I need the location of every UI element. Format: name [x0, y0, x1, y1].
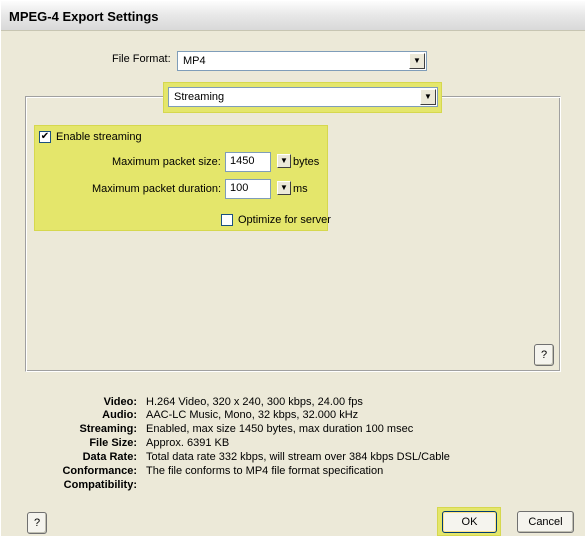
optimize-for-server-checkbox[interactable]: [221, 214, 233, 226]
max-packet-size-dropdown-icon[interactable]: ▼: [277, 154, 291, 168]
dropdown-arrow-icon[interactable]: ▼: [409, 53, 425, 69]
summary-key-file-size: File Size:: [89, 437, 137, 449]
file-format-dropdown[interactable]: MP4 ▼: [177, 51, 427, 71]
ok-button[interactable]: OK: [442, 511, 497, 533]
section-dropdown-value: Streaming: [174, 91, 225, 103]
file-format-label: File Format:: [112, 53, 171, 65]
summary-value-conformance: The file conforms to MP4 file format spe…: [146, 465, 384, 477]
help-icon: ?: [540, 349, 548, 361]
summary-value-streaming: Enabled, max size 1450 bytes, max durati…: [146, 423, 414, 435]
dropdown-arrow-icon[interactable]: ▼: [420, 89, 436, 105]
max-packet-size-label: Maximum packet size:: [112, 156, 221, 168]
summary-key-data-rate: Data Rate:: [82, 451, 137, 463]
max-packet-duration-dropdown-icon[interactable]: ▼: [277, 181, 291, 195]
enable-streaming-checkbox[interactable]: ✔: [39, 131, 51, 143]
bottom-help-button[interactable]: ?: [27, 512, 47, 534]
summary-value-audio: AAC-LC Music, Mono, 32 kbps, 32.000 kHz: [146, 409, 359, 421]
max-packet-duration-label: Maximum packet duration:: [92, 183, 221, 195]
summary-key-video: Video:: [103, 396, 137, 408]
export-settings-dialog: MPEG-4 Export Settings File Format: MP4 …: [0, 0, 585, 536]
file-format-value: MP4: [183, 55, 206, 67]
window-title: MPEG-4 Export Settings: [9, 9, 159, 24]
cancel-button[interactable]: Cancel: [517, 511, 574, 533]
help-button[interactable]: ?: [534, 344, 554, 366]
enable-streaming-label: Enable streaming: [56, 131, 142, 143]
max-packet-size-unit: bytes: [293, 156, 320, 168]
max-packet-duration-input[interactable]: 100: [225, 179, 271, 199]
max-packet-size-input[interactable]: 1450: [225, 152, 271, 172]
section-dropdown[interactable]: Streaming ▼: [168, 87, 438, 107]
summary-value-video: H.264 Video, 320 x 240, 300 kbps, 24.00 …: [146, 396, 363, 408]
optimize-for-server-label: Optimize for server: [238, 214, 331, 226]
summary-key-audio: Audio:: [102, 409, 137, 421]
summary-key-streaming: Streaming:: [79, 423, 137, 435]
summary-key-conformance: Conformance:: [62, 465, 137, 477]
summary-value-data-rate: Total data rate 332 kbps, will stream ov…: [146, 451, 450, 463]
max-packet-duration-unit: ms: [293, 183, 308, 195]
help-icon: ?: [33, 517, 41, 529]
title-bar[interactable]: MPEG-4 Export Settings: [1, 1, 585, 31]
summary-key-compatibility: Compatibility:: [63, 479, 137, 491]
summary-value-file-size: Approx. 6391 KB: [146, 437, 230, 449]
checkmark-icon: ✔: [40, 131, 50, 142]
